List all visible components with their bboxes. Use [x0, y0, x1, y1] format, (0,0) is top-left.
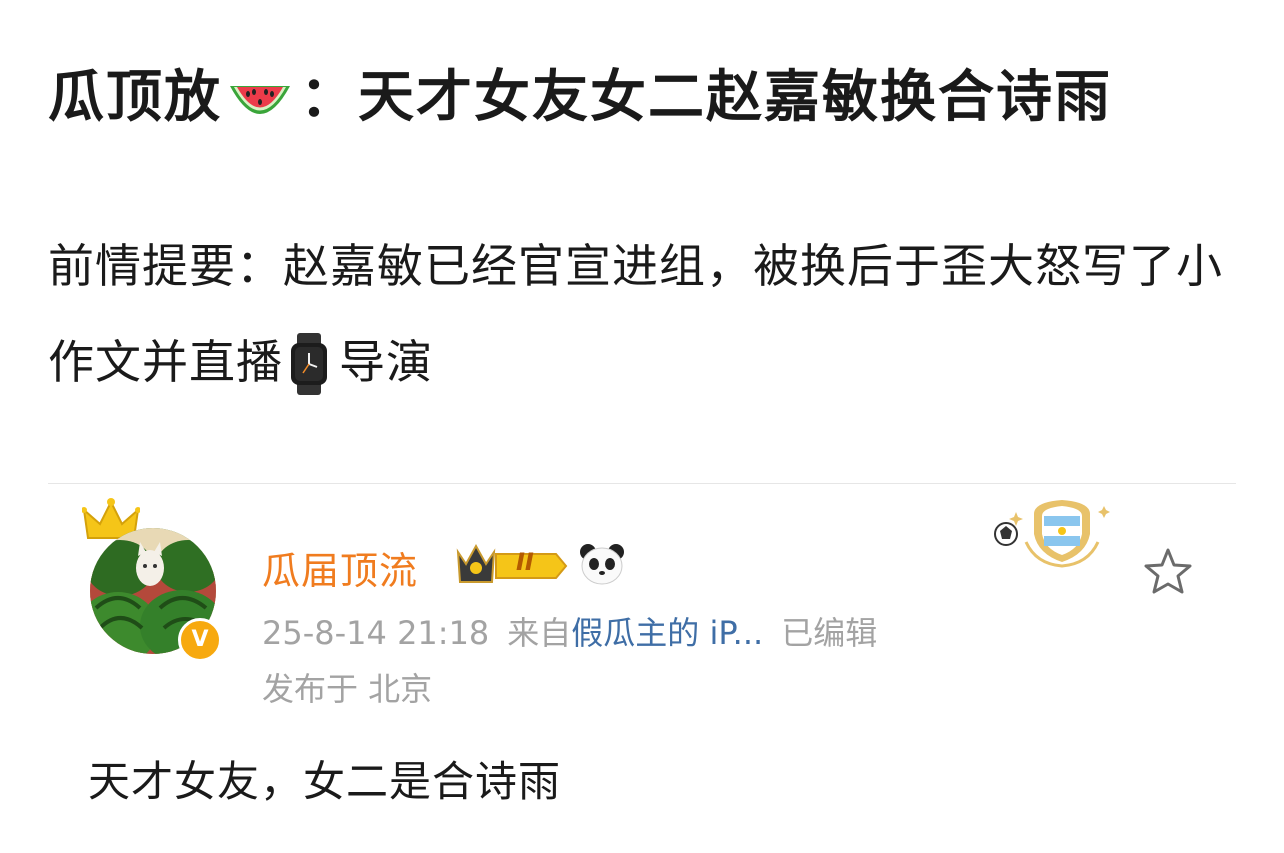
source-device-link[interactable]: 假瓜主的 iP...: [571, 614, 763, 652]
title-prefix: 瓜顶放: [48, 65, 222, 130]
avatar-container[interactable]: V: [80, 498, 230, 668]
comment-content: 天才女友，女二是合诗雨: [88, 757, 562, 806]
intro-text: 前情提要：赵嘉敏已经官宣进组，被换后于歪大怒写了小作文并直播: [48, 239, 1223, 389]
comment-meta: 25-8-14 21:18 来自假瓜主的 iP... 已编辑: [262, 608, 877, 654]
panda-icon: [578, 542, 626, 586]
level-badge-text: II: [516, 548, 534, 576]
username[interactable]: 瓜届顶流: [262, 540, 418, 595]
level-badge[interactable]: II: [452, 540, 572, 588]
comment-date: 25-8-14 21:18: [262, 614, 490, 652]
divider: [48, 483, 1236, 484]
edited-label[interactable]: 已编辑: [781, 614, 877, 652]
post-title: 瓜顶放 ：天才女友女二赵嘉敏换合诗雨: [48, 62, 1112, 134]
title-suffix: ：天才女友女二赵嘉敏换合诗雨: [300, 65, 1112, 130]
source-prefix: 来自: [507, 614, 572, 652]
watermelon-icon: [226, 76, 294, 126]
intro-text-end: 导演: [339, 335, 433, 389]
medal-badge-icon[interactable]: [986, 494, 1116, 568]
watch-icon: [289, 331, 329, 395]
post-intro: 前情提要：赵嘉敏已经官宣进组，被换后于歪大怒写了小作文并直播 导演: [48, 218, 1248, 410]
star-icon[interactable]: [1140, 544, 1196, 600]
verified-badge: V: [178, 618, 222, 662]
location: 发布于 北京: [262, 670, 433, 708]
